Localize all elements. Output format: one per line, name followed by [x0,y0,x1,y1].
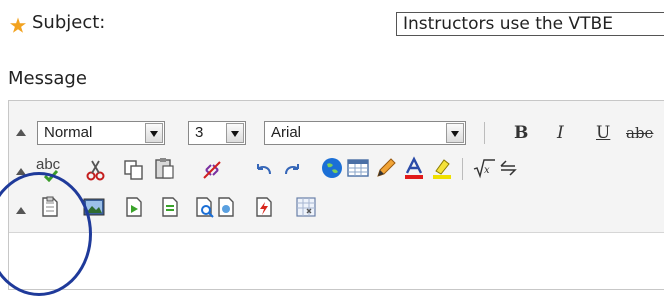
font-size-value: 3 [195,124,204,141]
redo-icon[interactable] [280,158,304,182]
strikethrough-button[interactable]: abe [626,123,653,143]
flash-icon[interactable] [252,195,276,219]
paragraph-format-value: Normal [44,124,93,141]
left-right-arrow-icon[interactable] [498,156,522,180]
pencil-icon[interactable] [374,156,398,180]
required-star-icon [10,17,26,33]
audio-icon[interactable] [158,195,182,219]
table-icon[interactable] [346,156,370,180]
undo-icon[interactable] [252,158,276,182]
paragraph-format-select[interactable]: Normal [37,121,165,145]
subject-input[interactable] [396,12,664,36]
toolbar-divider [484,122,485,144]
remove-format-icon[interactable] [200,158,224,182]
font-family-select[interactable]: Arial [264,121,466,145]
chevron-down-icon[interactable] [446,123,464,143]
spreadsheet-icon[interactable] [294,195,318,219]
svg-text:x: x [484,165,490,176]
font-size-select[interactable]: 3 [188,121,246,145]
link-globe-icon[interactable] [320,156,344,180]
bold-button[interactable]: B [514,123,528,143]
mashup-icon[interactable] [214,195,238,219]
copy-icon[interactable] [122,158,146,182]
font-family-value: Arial [271,124,302,141]
subject-label: Subject: [32,12,106,33]
cut-icon[interactable] [84,158,108,182]
chevron-down-icon[interactable] [226,123,244,143]
media-icon[interactable] [122,195,146,219]
math-sqrt-icon[interactable]: x [472,156,496,180]
chevron-down-icon[interactable] [145,123,163,143]
video-search-icon[interactable] [192,195,216,219]
underline-button[interactable]: U [596,123,610,143]
italic-button[interactable]: I [557,123,564,143]
paste-icon[interactable] [152,156,176,180]
highlight-color-icon[interactable] [430,156,454,180]
toolbar-divider [462,158,463,180]
toolbar-row1-collapse-icon[interactable] [16,129,26,136]
text-color-icon[interactable] [402,156,426,180]
message-label: Message [8,68,87,89]
